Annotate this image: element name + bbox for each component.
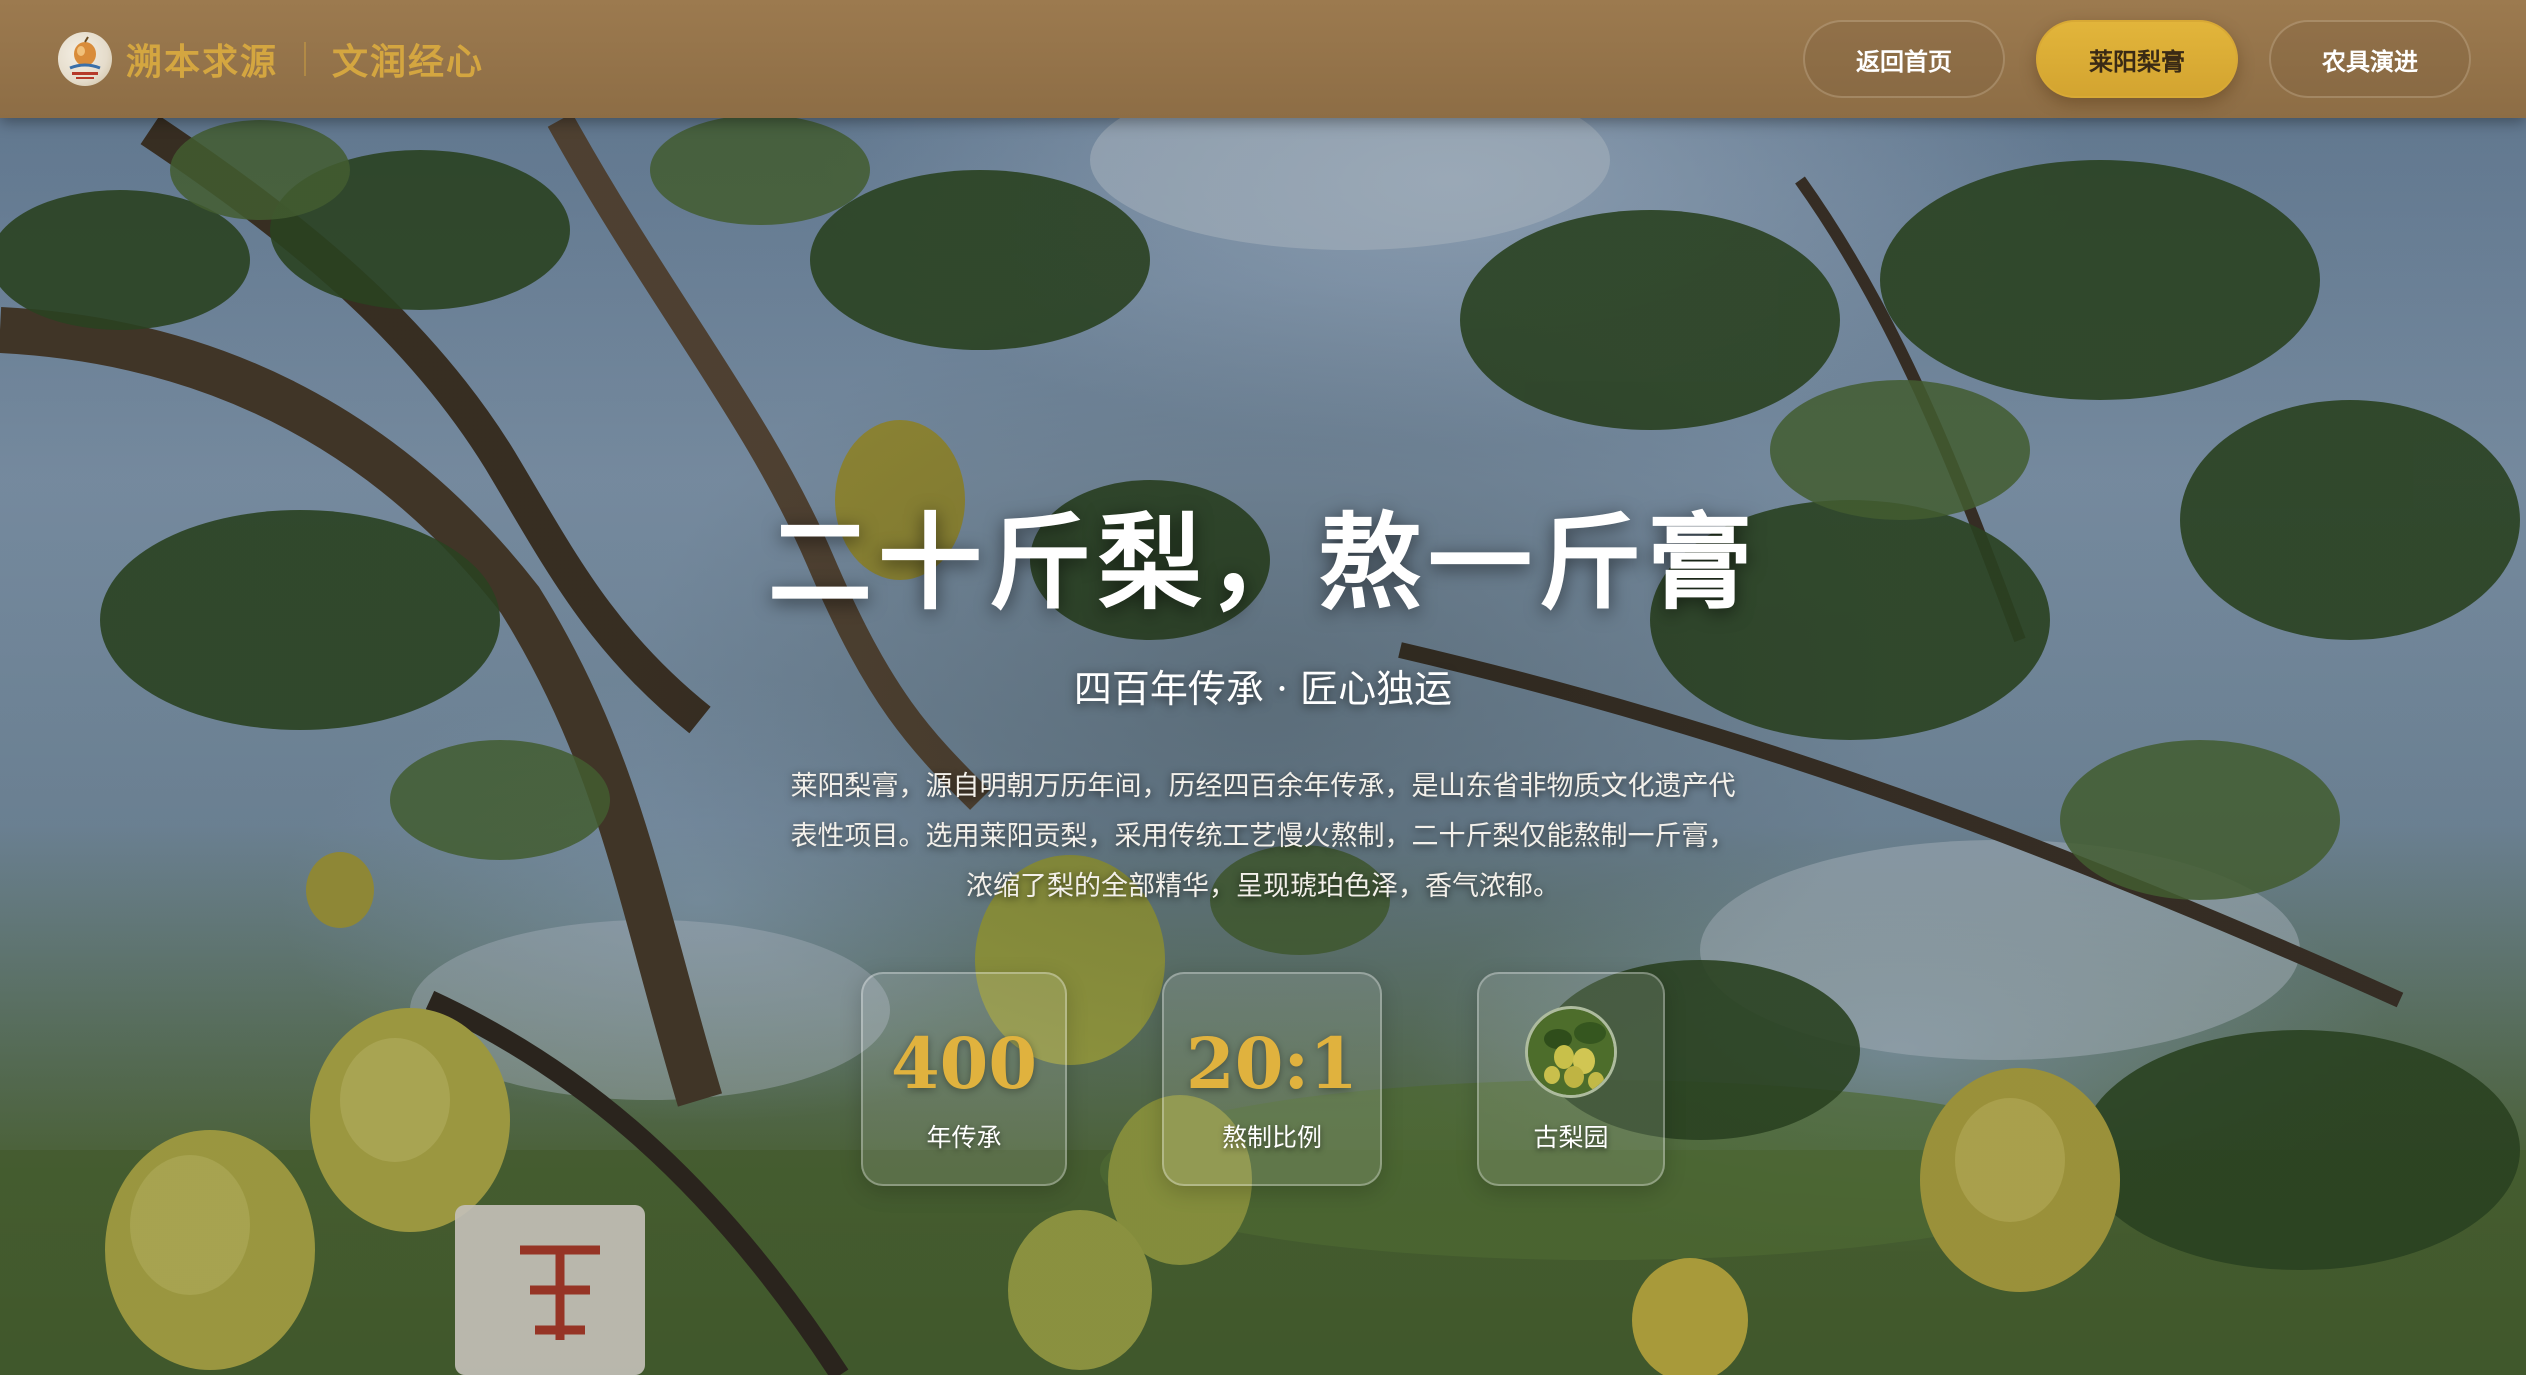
stat-label: 古梨园 [1533, 1123, 1609, 1152]
stat-card-heritage-years: 400 年传承 [861, 972, 1067, 1186]
brand-divider [304, 42, 307, 76]
brand[interactable]: 溯本求源 文润经心 [58, 28, 484, 90]
stat-card-ancient-orchard[interactable]: 古梨园 [1477, 972, 1665, 1186]
hero-description: 莱阳梨膏，源自明朝万历年间，历经四百余年传承，是山东省非物质文化遗产代表性项目。… [790, 771, 1736, 902]
nav-home-button[interactable]: 返回首页 [1803, 20, 2005, 98]
stat-label: 年传承 [926, 1123, 1002, 1152]
brand-slogan: 文润经心 [332, 41, 485, 83]
nav-farm-tools-button[interactable]: 农具演进 [2269, 20, 2471, 98]
nav-laiyang-pear-paste-button[interactable]: 莱阳梨膏 [2036, 20, 2238, 98]
stat-value: 20:1 [1186, 1022, 1358, 1105]
top-navbar: 溯本求源 文润经心 返回首页 莱阳梨膏 农具演进 [0, 0, 2526, 118]
stat-card-boiling-ratio: 20:1 熬制比例 [1162, 972, 1382, 1186]
stat-label: 熬制比例 [1221, 1123, 1322, 1152]
hero-title: 二十斤梨，熬一斤膏 [767, 501, 1758, 624]
brand-name: 溯本求源 [126, 41, 279, 83]
pear-orchard-image [1525, 1006, 1617, 1098]
hero-subtitle: 四百年传承 · 匠心独运 [1073, 667, 1453, 711]
stat-value: 400 [890, 1022, 1038, 1105]
pear-logo-icon [58, 32, 112, 86]
